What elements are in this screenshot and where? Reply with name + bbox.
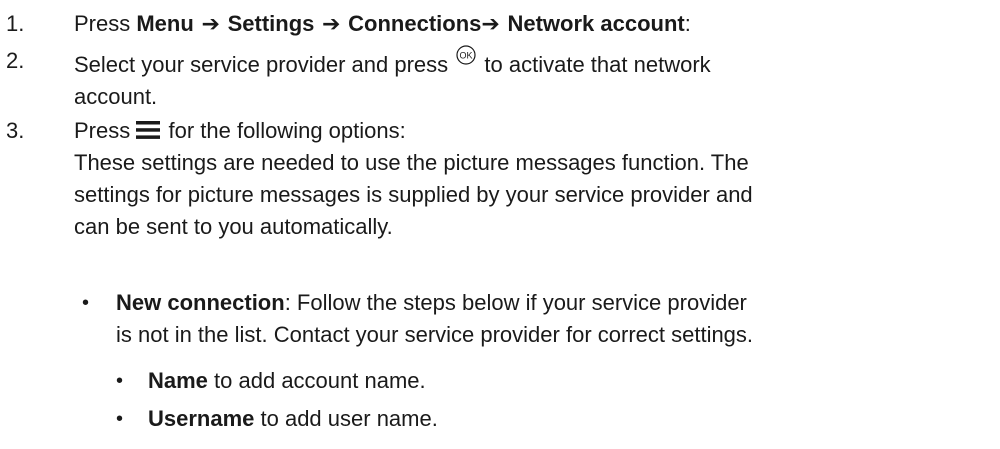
menu-path-settings: Settings xyxy=(227,11,315,36)
paragraph-line: These settings are needed to use the pic… xyxy=(74,150,749,175)
arrow-icon: ➔ xyxy=(481,12,508,37)
step-text: Select your service provider and press O… xyxy=(74,45,994,113)
bullet-icon: • xyxy=(82,292,90,314)
step-number: 1. xyxy=(6,11,25,36)
svg-text:OK: OK xyxy=(460,51,473,61)
ok-key-icon: OK xyxy=(456,45,476,65)
step-text: Press for the following options: These s… xyxy=(74,115,994,243)
bullet-icon: • xyxy=(116,370,124,392)
step-text-line: account. xyxy=(74,84,158,109)
menu-path-network-account: Network account xyxy=(507,11,685,36)
arrow-icon: ➔ xyxy=(314,12,349,37)
step-text-line: to activate that network xyxy=(478,52,711,77)
arrow-icon: ➔ xyxy=(193,12,228,37)
paragraph-line: settings for picture messages is supplie… xyxy=(74,182,753,207)
step-text-line: for the following options: xyxy=(162,118,406,143)
sub-option-label: Username xyxy=(148,406,255,431)
colon: : xyxy=(684,11,691,36)
bullet-icon: • xyxy=(116,408,124,430)
paragraph-line: can be sent to you automatically. xyxy=(74,214,393,239)
menu-path-menu: Menu xyxy=(136,11,194,36)
sub-option-desc: to add user name. xyxy=(254,406,438,431)
step-text-press: Press xyxy=(74,118,137,143)
option-label: New connection xyxy=(116,290,285,315)
option-desc: is not in the list. Contact your service… xyxy=(116,322,754,347)
step-number: 3. xyxy=(6,118,25,143)
step-text: Press Menu ➔ Settings ➔ Connections➔ Net… xyxy=(74,8,994,41)
sub-option-label: Name xyxy=(148,368,208,393)
step-text-line: Select your service provider and press xyxy=(74,52,455,77)
option-desc: : Follow the steps below if your service… xyxy=(284,290,747,315)
menu-path-connections: Connections xyxy=(348,11,482,36)
step-text-press: Press xyxy=(74,11,137,36)
instruction-page: 1. Press Menu ➔ Settings ➔ Connections➔ … xyxy=(0,0,1000,449)
step-number: 2. xyxy=(6,48,25,73)
sub-option-desc: to add account name. xyxy=(207,368,426,393)
option-text: New connection: Follow the steps below i… xyxy=(116,287,753,351)
sub-option-text: Username to add user name. xyxy=(148,403,438,435)
sub-option-text: Name to add account name. xyxy=(148,365,426,397)
menu-key-icon xyxy=(136,121,161,139)
